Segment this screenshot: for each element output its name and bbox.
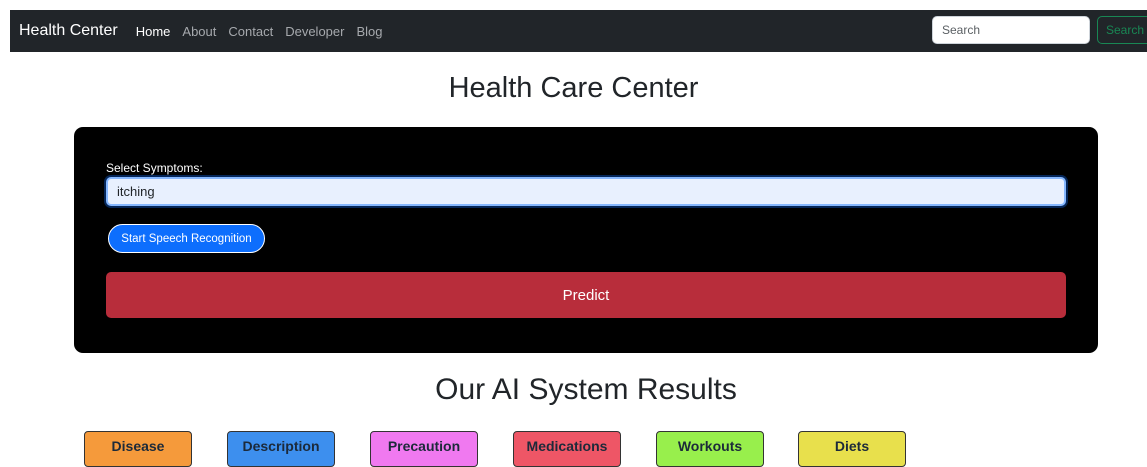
results-title: Our AI System Results (435, 373, 737, 406)
nav-link-contact[interactable]: Contact (228, 24, 273, 39)
search-input[interactable] (932, 16, 1090, 44)
workouts-button[interactable]: Workouts (656, 431, 764, 467)
predict-button[interactable]: Predict (106, 272, 1066, 318)
symptom-form-panel: Select Symptoms: Start Speech Recognitio… (74, 127, 1098, 353)
brand-link[interactable]: Health Center (19, 22, 118, 40)
nav-link-developer[interactable]: Developer (285, 24, 344, 39)
description-button[interactable]: Description (227, 431, 335, 467)
symptoms-label: Select Symptoms: (106, 161, 203, 175)
nav-link-about[interactable]: About (182, 24, 216, 39)
precaution-button[interactable]: Precaution (370, 431, 478, 467)
start-speech-recognition-button[interactable]: Start Speech Recognition (108, 224, 265, 253)
page-title: Health Care Center (448, 72, 699, 104)
medications-button[interactable]: Medications (513, 431, 621, 467)
navbar: Health Center Home About Contact Develop… (10, 10, 1147, 52)
symptoms-input[interactable] (106, 177, 1066, 206)
nav-link-home[interactable]: Home (136, 24, 171, 39)
nav-link-blog[interactable]: Blog (356, 24, 382, 39)
disease-button[interactable]: Disease (84, 431, 192, 467)
search-button[interactable]: Search (1097, 16, 1147, 44)
diets-button[interactable]: Diets (798, 431, 906, 467)
